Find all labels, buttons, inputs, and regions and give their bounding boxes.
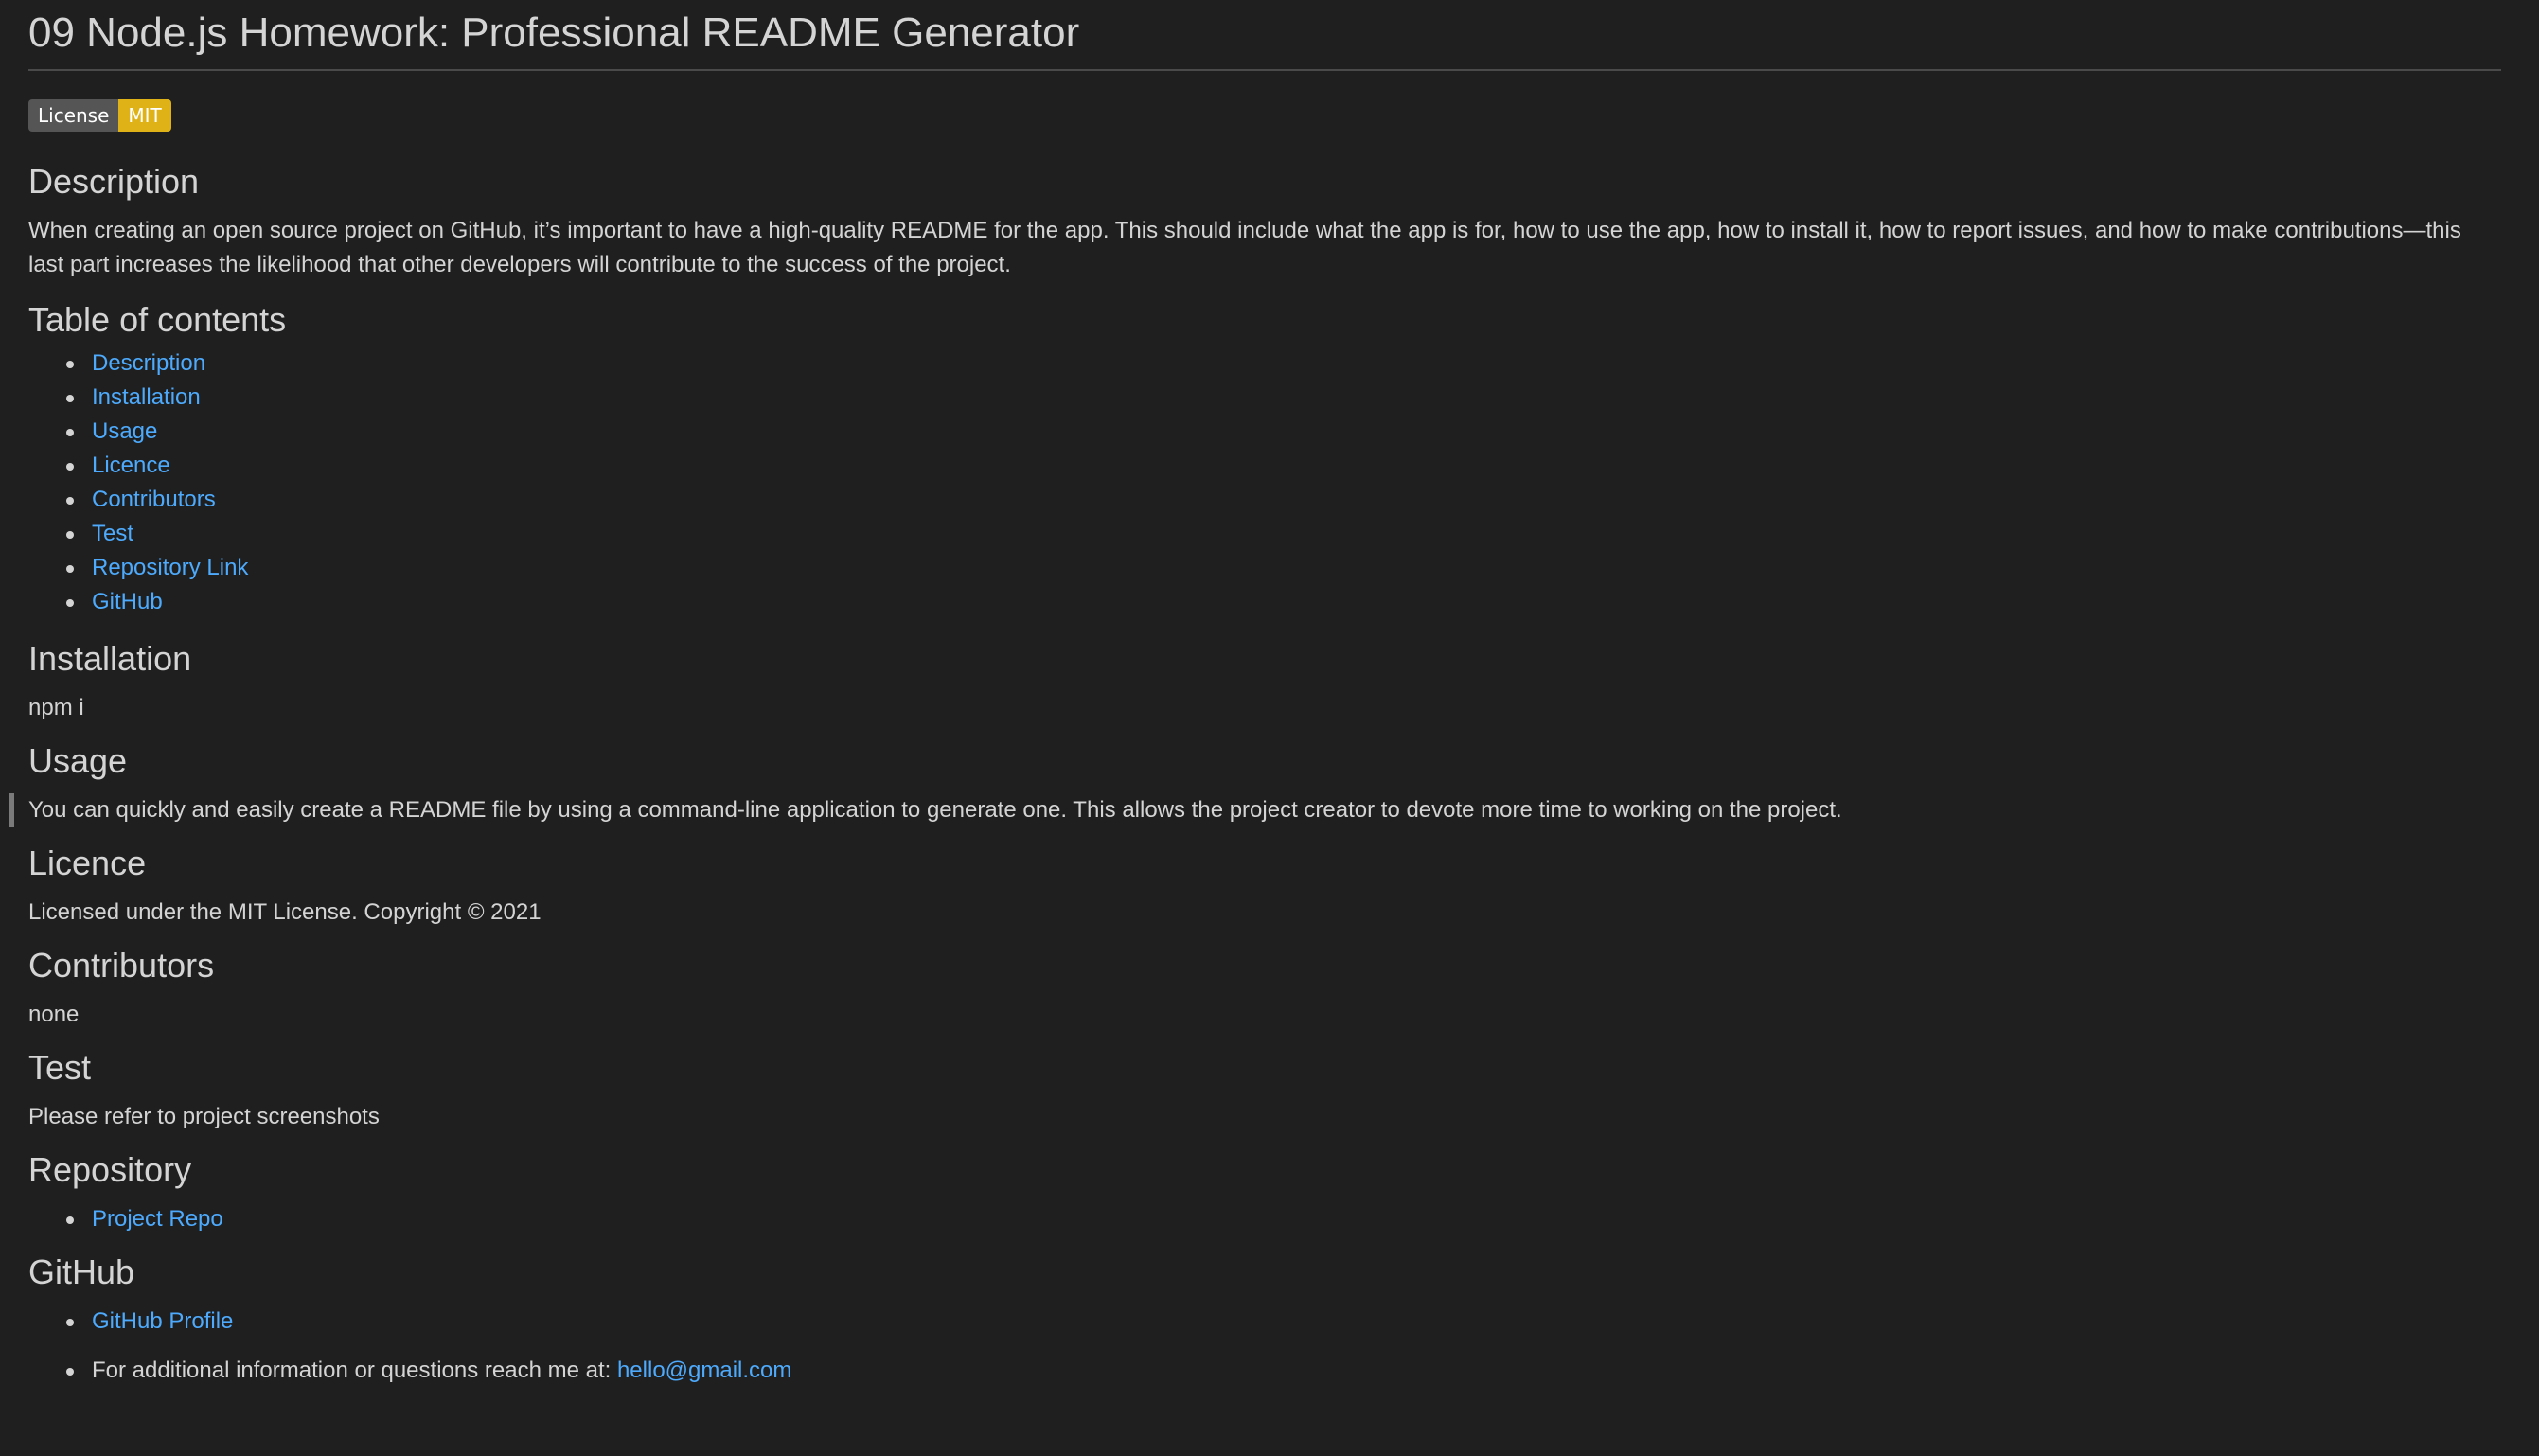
license-badge[interactable]: License MIT: [28, 99, 171, 132]
page-title: 09 Node.js Homework: Professional README…: [28, 0, 2501, 71]
github-profile-item: GitHub Profile: [66, 1305, 2501, 1339]
test-heading: Test: [28, 1048, 92, 1087]
toc-item-repository-link: Repository Link: [66, 551, 2501, 585]
toc-link-usage[interactable]: Usage: [92, 418, 157, 444]
test-text: Please refer to project screenshots: [28, 1104, 380, 1129]
toc-link-licence[interactable]: Licence: [92, 453, 170, 478]
licence-heading: Licence: [28, 843, 147, 882]
repository-item: Project Repo: [66, 1202, 2501, 1236]
readme-preview: 09 Node.js Homework: Professional README…: [9, 0, 2501, 1388]
toc-item-installation: Installation: [66, 381, 2501, 415]
contact-item: For additional information or questions …: [66, 1354, 2501, 1388]
description-heading: Description: [28, 162, 200, 201]
contributors-text: none: [28, 1002, 80, 1027]
github-profile-link[interactable]: GitHub Profile: [92, 1308, 233, 1334]
toc-item-test: Test: [66, 517, 2501, 551]
toc-item-licence: Licence: [66, 449, 2501, 483]
installation-heading: Installation: [28, 639, 192, 678]
repository-heading: Repository: [28, 1150, 192, 1189]
toc-link-github[interactable]: GitHub: [92, 589, 163, 614]
toc-link-contributors[interactable]: Contributors: [92, 487, 216, 512]
toc-item-github: GitHub: [66, 585, 2501, 619]
project-repo-link[interactable]: Project Repo: [92, 1206, 223, 1232]
github-list: GitHub Profile For additional informatio…: [28, 1305, 2501, 1388]
email-link[interactable]: hello@gmail.com: [617, 1358, 791, 1383]
toc-item-contributors: Contributors: [66, 483, 2501, 517]
installation-text: npm i: [28, 695, 84, 720]
toc-heading: Table of contents: [28, 300, 287, 339]
usage-heading: Usage: [28, 741, 128, 780]
repository-list: Project Repo: [28, 1202, 2501, 1236]
usage-blockquote: You can quickly and easily create a READ…: [9, 793, 2501, 827]
usage-text: You can quickly and easily create a READ…: [28, 797, 1842, 823]
github-heading: GitHub: [28, 1252, 135, 1291]
toc-link-installation[interactable]: Installation: [92, 384, 201, 410]
license-badge-label: License: [28, 99, 119, 132]
blockquote-bar: [9, 793, 14, 827]
toc-list: Description Installation Usage Licence C…: [28, 346, 2501, 619]
badge-row: License MIT: [28, 99, 2501, 132]
toc-link-test[interactable]: Test: [92, 521, 133, 546]
toc-link-description[interactable]: Description: [92, 350, 205, 376]
licence-text: Licensed under the MIT License. Copyrigh…: [28, 899, 542, 925]
contributors-heading: Contributors: [28, 946, 215, 985]
license-badge-value: MIT: [118, 99, 171, 132]
description-text: When creating an open source project on …: [28, 218, 2461, 277]
toc-item-description: Description: [66, 346, 2501, 381]
contact-prefix: For additional information or questions …: [92, 1358, 617, 1383]
toc-link-repository[interactable]: Repository Link: [92, 555, 248, 580]
toc-item-usage: Usage: [66, 415, 2501, 449]
